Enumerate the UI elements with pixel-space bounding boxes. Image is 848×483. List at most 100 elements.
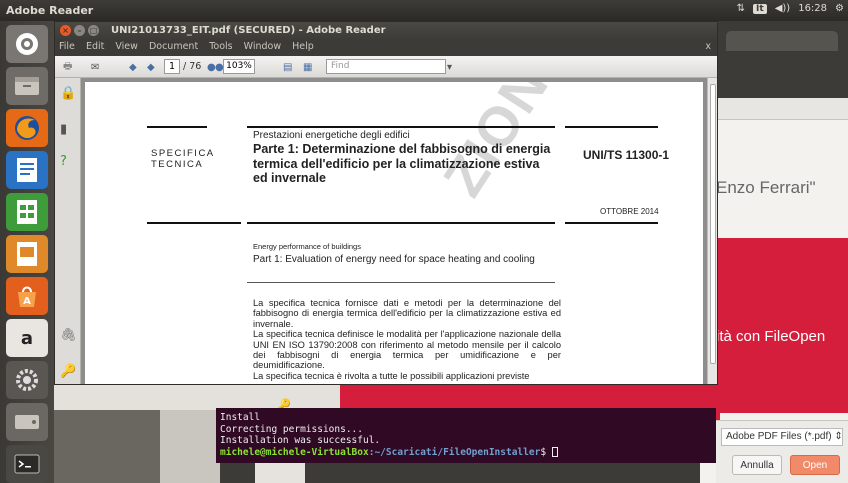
header-rule-left: [147, 126, 207, 128]
gear-icon[interactable]: ⚙: [835, 3, 844, 14]
menu-document[interactable]: Document: [149, 41, 198, 52]
terminal-line: Correcting permissions...: [220, 423, 363, 435]
background-window-strip: [54, 385, 344, 410]
keyboard-layout-indicator[interactable]: It: [753, 3, 767, 14]
menu-edit[interactable]: Edit: [86, 41, 104, 52]
window-title: UNI21013733_EIT.pdf (SECURED) - Adobe Re…: [111, 25, 386, 36]
menu-view[interactable]: View: [115, 41, 138, 52]
menu-file[interactable]: File: [59, 41, 75, 52]
english-main-title: Part 1: Evaluation of energy need for sp…: [253, 254, 535, 265]
cancel-button[interactable]: Annulla: [732, 455, 782, 475]
close-window-icon[interactable]: ×: [60, 25, 71, 36]
print-icon[interactable]: 🖶: [63, 59, 72, 75]
document-series-title: Prestazioni energetiche degli edifici: [253, 130, 410, 141]
zoom-level-select[interactable]: 103%: [223, 59, 255, 74]
red-banner: [700, 238, 848, 413]
find-input[interactable]: Find: [326, 59, 446, 74]
pdf-page: ZIONE SPECIFICA TECNICA Prestazioni ener…: [85, 82, 703, 384]
rule-left: [147, 222, 241, 224]
menu-tools[interactable]: Tools: [209, 41, 232, 52]
terminal-icon[interactable]: [6, 445, 48, 483]
file-type-filter[interactable]: Adobe PDF Files (*.pdf) ⇕: [721, 428, 843, 446]
ferrari-quote-text: Enzo Ferrari": [716, 178, 816, 197]
page-count: / 76: [183, 61, 202, 72]
background-browser: Enzo Ferrari" ità con FileOpen: [700, 28, 848, 483]
chevron-updown-icon: ⇕: [834, 431, 843, 442]
abstract-paragraph: La specifica tecnica è rivolta a tutte l…: [253, 370, 530, 381]
maximize-window-icon[interactable]: □: [88, 25, 99, 36]
find-options-chevron-icon[interactable]: ▾: [447, 59, 452, 75]
disk-icon[interactable]: [6, 403, 48, 441]
vertical-scrollbar[interactable]: [707, 78, 717, 384]
writer-icon[interactable]: [6, 151, 48, 189]
volume-icon[interactable]: ◀)): [775, 3, 791, 14]
files-icon[interactable]: [6, 67, 48, 105]
software-center-icon[interactable]: A: [6, 277, 48, 315]
svg-text:A: A: [23, 296, 31, 307]
browser-tabbar: [700, 28, 848, 98]
impress-icon[interactable]: [6, 235, 48, 273]
active-app-title: Adobe Reader: [6, 4, 94, 17]
page-number-input[interactable]: 1: [164, 59, 180, 74]
window-controls: × – □: [60, 25, 99, 36]
open-button[interactable]: Open: [790, 455, 840, 475]
adobe-reader-window: × – □ UNI21013733_EIT.pdf (SECURED) - Ad…: [54, 21, 718, 385]
network-icon[interactable]: ⇅: [737, 3, 745, 14]
document-main-title: Parte 1: Determinazione del fabbisogno d…: [253, 142, 551, 185]
minimize-window-icon[interactable]: –: [74, 25, 85, 36]
prompt-user: michele@michele-VirtualBox: [220, 446, 369, 458]
rule-right: [565, 222, 658, 224]
left-nav-panel: 🔒 ▮ ? 🖇 🔑: [55, 78, 81, 384]
system-tray: ⇅ It ◀)) 16:28 ⚙: [737, 3, 844, 14]
window-titlebar[interactable]: × – □ UNI21013733_EIT.pdf (SECURED) - Ad…: [55, 22, 717, 40]
lock-icon[interactable]: 🔒: [60, 86, 76, 101]
scrollbar-thumb[interactable]: [710, 84, 716, 364]
file-type-filter-label: Adobe PDF Files (*.pdf): [726, 431, 832, 442]
key-icon[interactable]: 🔑: [60, 364, 76, 379]
pages-icon[interactable]: ▮: [60, 122, 67, 137]
top-panel: Adobe Reader ⇅ It ◀)) 16:28 ⚙: [0, 0, 848, 21]
email-icon[interactable]: ✉: [91, 59, 99, 75]
fit-page-icon[interactable]: ▤: [283, 59, 292, 75]
standard-code: UNI/TS 11300-1: [583, 148, 670, 162]
terminal-prompt: michele@michele-VirtualBox:~/Scaricati/F…: [220, 447, 712, 459]
header-rule-middle: [247, 126, 555, 128]
terminal-cursor: [551, 447, 558, 457]
amazon-icon[interactable]: a: [6, 319, 48, 357]
calc-icon[interactable]: [6, 193, 48, 231]
document-type-label: SPECIFICA TECNICA: [151, 148, 215, 170]
abstract-text: La specifica tecnica fornisce dati e met…: [253, 298, 561, 381]
launcher: A a: [0, 21, 54, 483]
terminal-line: Install: [220, 412, 261, 423]
english-title-rule: [247, 282, 555, 283]
help-icon[interactable]: ?: [60, 154, 67, 169]
menu-window[interactable]: Window: [244, 41, 281, 52]
prompt-path: :~/Scaricati/FileOpenInstaller: [368, 446, 541, 458]
attachment-icon[interactable]: 🖇: [60, 328, 77, 343]
next-page-icon[interactable]: ◆: [147, 59, 155, 75]
menu-close-button[interactable]: x: [705, 41, 711, 52]
publication-date: OTTOBRE 2014: [600, 207, 659, 216]
header-rule-right: [565, 126, 658, 128]
browser-urlbar[interactable]: [700, 98, 848, 120]
fit-width-icon[interactable]: ▦: [303, 59, 312, 75]
system-settings-icon[interactable]: [6, 361, 48, 399]
fileopen-banner-text: ità con FileOpen: [716, 328, 826, 345]
browser-tab[interactable]: [726, 31, 838, 51]
background-pale-area: [160, 410, 220, 483]
terminal-window[interactable]: Install Correcting permissions... Instal…: [216, 408, 716, 463]
firefox-icon[interactable]: [6, 109, 48, 147]
abstract-paragraph: La specifica tecnica fornisce dati e met…: [253, 298, 561, 329]
clock[interactable]: 16:28: [798, 3, 827, 14]
file-dialog: Adobe PDF Files (*.pdf) ⇕ Annulla Open: [716, 420, 848, 483]
menu-help[interactable]: Help: [292, 41, 314, 52]
prompt-symbol: $: [540, 446, 547, 458]
terminal-line: Installation was successful.: [220, 435, 381, 446]
document-view[interactable]: ZIONE SPECIFICA TECNICA Prestazioni ener…: [81, 78, 707, 384]
abstract-paragraph: La specifica tecnica definisce le modali…: [253, 329, 561, 371]
english-series-title: Energy performance of buildings: [253, 242, 361, 251]
reader-toolbar: 🖶 ✉ ◆ ◆ 1 / 76 ● ● 103% ▤ ▦ Find ▾: [55, 56, 717, 78]
previous-page-icon[interactable]: ◆: [129, 59, 137, 75]
dash-home-icon[interactable]: [6, 25, 48, 63]
rule-middle: [247, 222, 555, 224]
